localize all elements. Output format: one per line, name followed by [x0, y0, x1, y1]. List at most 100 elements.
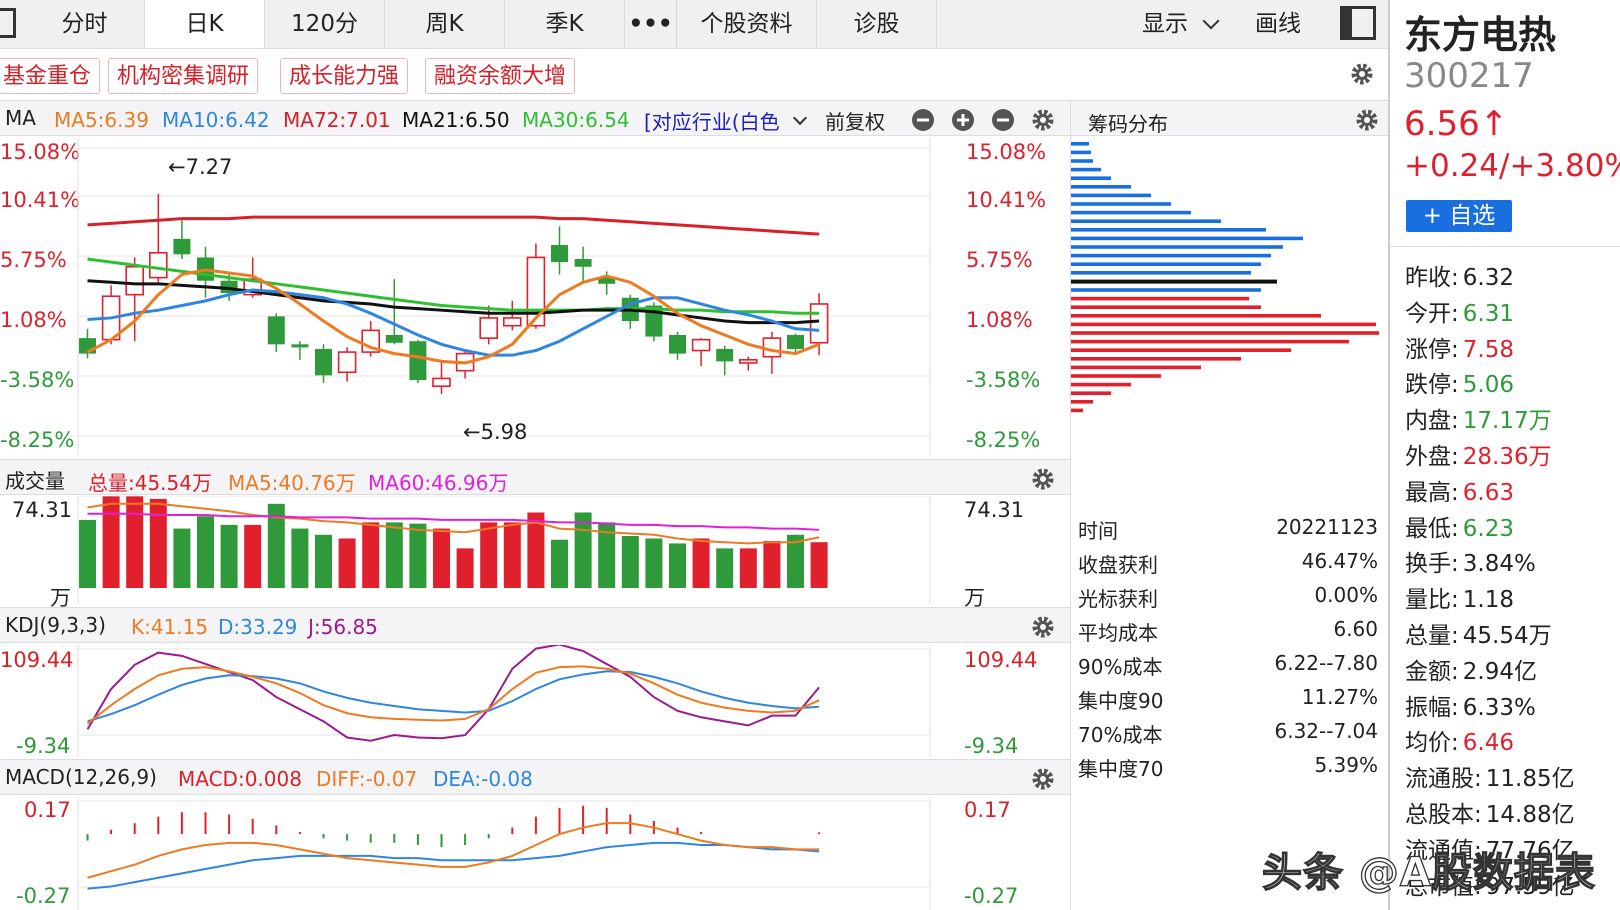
ma30-legend: MA30:6.54 [522, 108, 630, 132]
chip-bar [1071, 331, 1379, 335]
chip-stat-label: 收盘获利 [1078, 553, 1158, 577]
panel-toggle-icon[interactable] [1340, 6, 1376, 40]
stock-stat-value: 14.88亿 [1485, 802, 1575, 828]
draw-line-button[interactable]: 画线 [1255, 0, 1301, 48]
volume-ma5: MA5:40.76万 [228, 471, 356, 495]
candle-body-up [149, 251, 168, 279]
volume-bar [385, 522, 403, 588]
chip-bar [1071, 210, 1191, 215]
chip-stat-value: 5.39% [1314, 753, 1378, 777]
display-dropdown[interactable]: 显示 [1142, 0, 1220, 48]
chip-stat-value: 6.32--7.04 [1274, 719, 1379, 743]
candle-body-down [315, 348, 332, 376]
volume-bar [338, 538, 356, 588]
stock-price: 6.56↑ [1404, 104, 1509, 144]
candle-body-down [291, 344, 309, 348]
stock-stat-label: 最高: [1405, 479, 1459, 506]
volume-bar [291, 528, 309, 588]
chip-bar [1071, 142, 1089, 146]
volume-bar [456, 548, 474, 588]
minimize-icon[interactable] [991, 108, 1015, 132]
chevron-down-icon[interactable] [792, 104, 808, 128]
chip-bar [1071, 271, 1251, 275]
chip-bar [1071, 408, 1083, 413]
volume-bar [126, 496, 144, 588]
stock-stat-value: 6.33% [1462, 694, 1536, 721]
tab-120min[interactable]: 120分 [265, 0, 385, 48]
add-watchlist-button[interactable]: + 自选 [1406, 200, 1512, 232]
tag-institution-research[interactable]: 机构密集调研 [108, 58, 259, 94]
gear-icon[interactable] [1031, 467, 1055, 491]
tab-diagnosis[interactable]: 诊股 [817, 0, 937, 48]
volume-bar [716, 548, 734, 588]
sidebar-divider [1388, 0, 1390, 910]
adjust-mode-label[interactable]: 前复权 [825, 106, 885, 135]
stock-stat-row: 今开: 6.31 [1405, 294, 1514, 328]
kdj-d-value: D:33.29 [218, 615, 298, 639]
chip-bar [1071, 391, 1111, 395]
stock-name: 东方电热 [1404, 13, 1557, 57]
stock-stat-label: 总量: [1405, 623, 1459, 649]
tab-weekly-k[interactable]: 周K [385, 0, 505, 48]
volume-chart[interactable] [0, 496, 1070, 604]
industry-overlay-dropdown[interactable]: [对应行业(白色 [644, 106, 794, 135]
chip-bar [1071, 159, 1093, 163]
chip-stat-value: 6.22--7.80 [1274, 651, 1379, 675]
tab-stock-profile[interactable]: 个股资料 [677, 0, 817, 48]
volume-ma60: MA60:46.96万 [368, 471, 509, 495]
zoom-in-icon[interactable] [951, 108, 975, 132]
kdj-j-value: J:56.85 [308, 615, 378, 639]
chip-stat-label: 70%成本 [1078, 723, 1163, 747]
chip-bar [1071, 339, 1349, 344]
tag-margin-increase[interactable]: 融资余额大增 [425, 58, 576, 94]
chart-divider [1070, 100, 1071, 910]
chip-stat-value: 20221123 [1276, 515, 1378, 539]
chip-bar [1071, 202, 1171, 206]
tab-daily-k[interactable]: 日K [145, 0, 265, 48]
tab-quarterly-k[interactable]: 季K [505, 0, 625, 48]
chip-bar [1071, 374, 1161, 378]
volume-bar [692, 538, 710, 588]
tag-fund-heavy[interactable]: 基金重仓 [0, 58, 101, 94]
stock-code: 300217 [1404, 56, 1534, 96]
stock-stat-label: 均价: [1405, 730, 1459, 757]
stock-stat-value: 45.54万 [1462, 623, 1552, 649]
volume-bar [102, 496, 120, 588]
gear-icon[interactable] [1350, 62, 1374, 86]
chip-bar [1071, 236, 1303, 241]
macd-chart[interactable] [0, 797, 1070, 910]
stock-stat-row: 最低: 6.23 [1405, 509, 1514, 543]
chip-stat-value: 46.47% [1301, 549, 1378, 573]
volume-bar [503, 522, 521, 588]
volume-bar [480, 522, 498, 588]
candlestick-chart[interactable] [0, 138, 1070, 456]
watermark: 头条 @A股数据表 [1261, 849, 1596, 896]
chip-bar [1071, 314, 1321, 318]
gear-icon[interactable] [1031, 767, 1055, 791]
gear-icon[interactable] [1355, 108, 1379, 132]
stock-stat-row: 流通股: 11.85亿 [1405, 759, 1575, 793]
kdj-chart[interactable] [0, 645, 1070, 757]
candle-body-up [432, 377, 451, 387]
more-tabs-button[interactable]: ••• [625, 0, 677, 48]
tag-growth-strong[interactable]: 成长能力强 [280, 58, 409, 94]
stock-stat-label: 最低: [1405, 515, 1459, 542]
chip-bar [1071, 382, 1131, 387]
left-edge-icon[interactable] [0, 8, 16, 38]
chip-stat-label: 集中度70 [1078, 757, 1164, 781]
tab-intraday[interactable]: 分时 [25, 0, 145, 48]
stock-stat-value: 6.46 [1462, 730, 1514, 757]
stock-stat-value: 6.31 [1462, 300, 1514, 327]
macd-dea-value: DEA:-0.08 [433, 767, 533, 791]
volume-bar [763, 540, 781, 588]
stock-stat-row: 外盘: 28.36万 [1405, 437, 1552, 471]
chevron-down-icon [1202, 12, 1220, 30]
volume-bar [315, 534, 332, 588]
chip-distribution-chart [1071, 142, 1379, 413]
stock-stat-row: 金额: 2.94亿 [1405, 652, 1537, 686]
stock-stat-value: 3.84% [1462, 551, 1536, 578]
gear-icon[interactable] [1031, 108, 1055, 132]
zoom-out-icon[interactable] [911, 108, 935, 132]
chip-bar [1071, 262, 1261, 266]
gear-icon[interactable] [1031, 615, 1055, 639]
